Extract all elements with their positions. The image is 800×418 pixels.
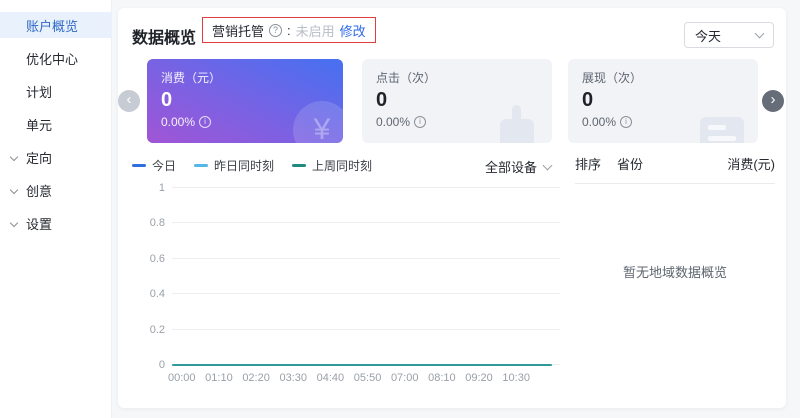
legend-item-2[interactable]: 上周同时刻: [292, 157, 372, 174]
chevron-down-icon: [754, 28, 765, 39]
carousel-prev-button[interactable]: ‹: [118, 90, 140, 112]
metric-card-cost[interactable]: 消费（元） 0 0.00% i ¥: [147, 59, 343, 143]
legend-label: 今日: [152, 158, 177, 173]
hosting-status: 未启用: [295, 23, 335, 39]
sidebar-item-5[interactable]: 创意: [0, 177, 111, 203]
region-sort-label[interactable]: 排序: [575, 154, 601, 173]
hosting-colon: :: [287, 22, 291, 38]
hosting-label: 营销托管: [212, 23, 265, 39]
chart-y-tick: 0.4: [149, 288, 165, 301]
chart-gridline: [172, 187, 560, 188]
region-panel-header: 排序 省份 消费(元): [575, 154, 775, 184]
dashboard-page: 账户概览优化中心计划单元定向创意设置 数据概览 营销托管 ? : 未启用 修改 …: [0, 0, 800, 418]
page-title: 数据概览: [132, 30, 197, 47]
legend-swatch: [292, 163, 307, 167]
chart-x-tick: 10:30: [502, 372, 530, 384]
sidebar-item-label: 定向: [26, 150, 53, 166]
legend-item-0[interactable]: 今日: [132, 157, 176, 174]
info-icon[interactable]: i: [620, 116, 633, 128]
data-overview-card: 数据概览 营销托管 ? : 未启用 修改 今天 ‹ 消费（元） 0 0.00% …: [118, 8, 786, 408]
legend-label: 昨日同时刻: [214, 158, 275, 173]
chart-y-tick: 0.8: [149, 217, 165, 230]
metric-card-impressions[interactable]: 展现（次） 0 0.00% i: [568, 59, 758, 143]
legend-label: 上周同时刻: [312, 158, 373, 173]
sidebar-item-label: 单元: [26, 117, 53, 133]
legend-item-1[interactable]: 昨日同时刻: [194, 157, 274, 174]
impression-icon: [700, 117, 744, 143]
metric-label: 点击（次）: [376, 71, 437, 85]
modify-link[interactable]: 修改: [340, 21, 366, 40]
legend-swatch: [194, 163, 209, 167]
chart-x-tick: 08:10: [428, 372, 456, 384]
metric-cards-row: ‹ 消费（元） 0 0.00% i ¥ 点击（次） 0 0.00% i 展现（次…: [118, 59, 786, 143]
chart-x-tick: 02:20: [242, 372, 270, 384]
device-filter-select[interactable]: 全部设备: [485, 157, 553, 176]
chart-y-tick: 0.6: [149, 252, 165, 265]
chart-x-tick: 00:00: [168, 372, 196, 384]
sidebar-item-4[interactable]: 定向: [0, 144, 111, 170]
sidebar-item-1[interactable]: 优化中心: [0, 45, 111, 71]
chart-gridline: [172, 222, 560, 224]
sidebar-item-0[interactable]: 账户概览: [0, 12, 111, 38]
chart-y-tick: 0.2: [149, 323, 165, 336]
chart-legend: 今日 昨日同时刻 上周同时刻: [132, 157, 372, 173]
chart-gridline: [172, 257, 560, 259]
chart-x-tick: 04:40: [316, 372, 345, 384]
region-province-header: 省份: [617, 157, 644, 172]
chart-x-tick: 05:50: [353, 372, 382, 384]
chart-plot: 0 0.2 0.4 0.6 0.8 1: [150, 182, 560, 371]
help-icon[interactable]: ?: [269, 23, 283, 37]
chart-y-tick: 0: [158, 359, 165, 371]
chart-x-tick: 07:00: [390, 372, 419, 384]
carousel-next-button[interactable]: ›: [762, 90, 784, 112]
sidebar-item-label: 设置: [26, 216, 53, 232]
metric-label: 展现（次）: [582, 71, 643, 85]
sidebar-item-label: 创意: [26, 183, 53, 199]
region-panel: 排序 省份 消费(元) 暂无地域数据概览: [575, 154, 775, 380]
sidebar-item-label: 计划: [26, 84, 53, 100]
info-icon[interactable]: i: [199, 116, 212, 128]
chart-gridline: [172, 328, 560, 330]
marketing-hosting-callout: 营销托管 ? : 未启用 修改: [202, 17, 376, 43]
chevron-down-icon: [9, 218, 19, 228]
date-range-select[interactable]: 今天: [684, 22, 774, 48]
chevron-down-icon: [9, 152, 19, 162]
click-icon: [500, 105, 534, 143]
chart-y-tick: 1: [158, 182, 165, 194]
date-range-value: 今天: [695, 28, 722, 44]
sidebar-item-2[interactable]: 计划: [0, 78, 111, 104]
sidebar-item-label: 账户概览: [26, 18, 79, 34]
metric-value: 0: [376, 89, 388, 111]
chevron-down-icon: [9, 185, 19, 195]
sidebar-item-3[interactable]: 单元: [0, 111, 111, 137]
sidebar-item-label: 优化中心: [26, 51, 79, 67]
device-filter-value: 全部设备: [485, 160, 538, 175]
sidebar-nav: 账户概览优化中心计划单元定向创意设置: [0, 0, 112, 418]
metric-value: 0: [582, 89, 594, 111]
region-empty-text: 暂无地域数据概览: [622, 265, 727, 280]
sidebar-item-6[interactable]: 设置: [0, 210, 111, 236]
chart-series-line: [172, 363, 553, 366]
chart-x-tick: 01:10: [205, 372, 233, 384]
metric-label: 消费（元）: [161, 71, 222, 85]
legend-swatch: [132, 163, 146, 167]
chart-x-tick: 03:30: [279, 372, 307, 384]
metric-card-clicks[interactable]: 点击（次） 0 0.00% i: [362, 59, 552, 143]
chart-gridline: [172, 293, 560, 295]
region-metric-header: 消费(元): [727, 157, 775, 172]
chevron-down-icon: [542, 160, 553, 170]
chart-x-labels: 00:00 01:10 02:20 03:30 04:40 05:50 07:00 08:10…: [168, 372, 530, 384]
info-icon[interactable]: i: [414, 116, 427, 128]
chart-x-tick: 09:20: [465, 372, 493, 384]
